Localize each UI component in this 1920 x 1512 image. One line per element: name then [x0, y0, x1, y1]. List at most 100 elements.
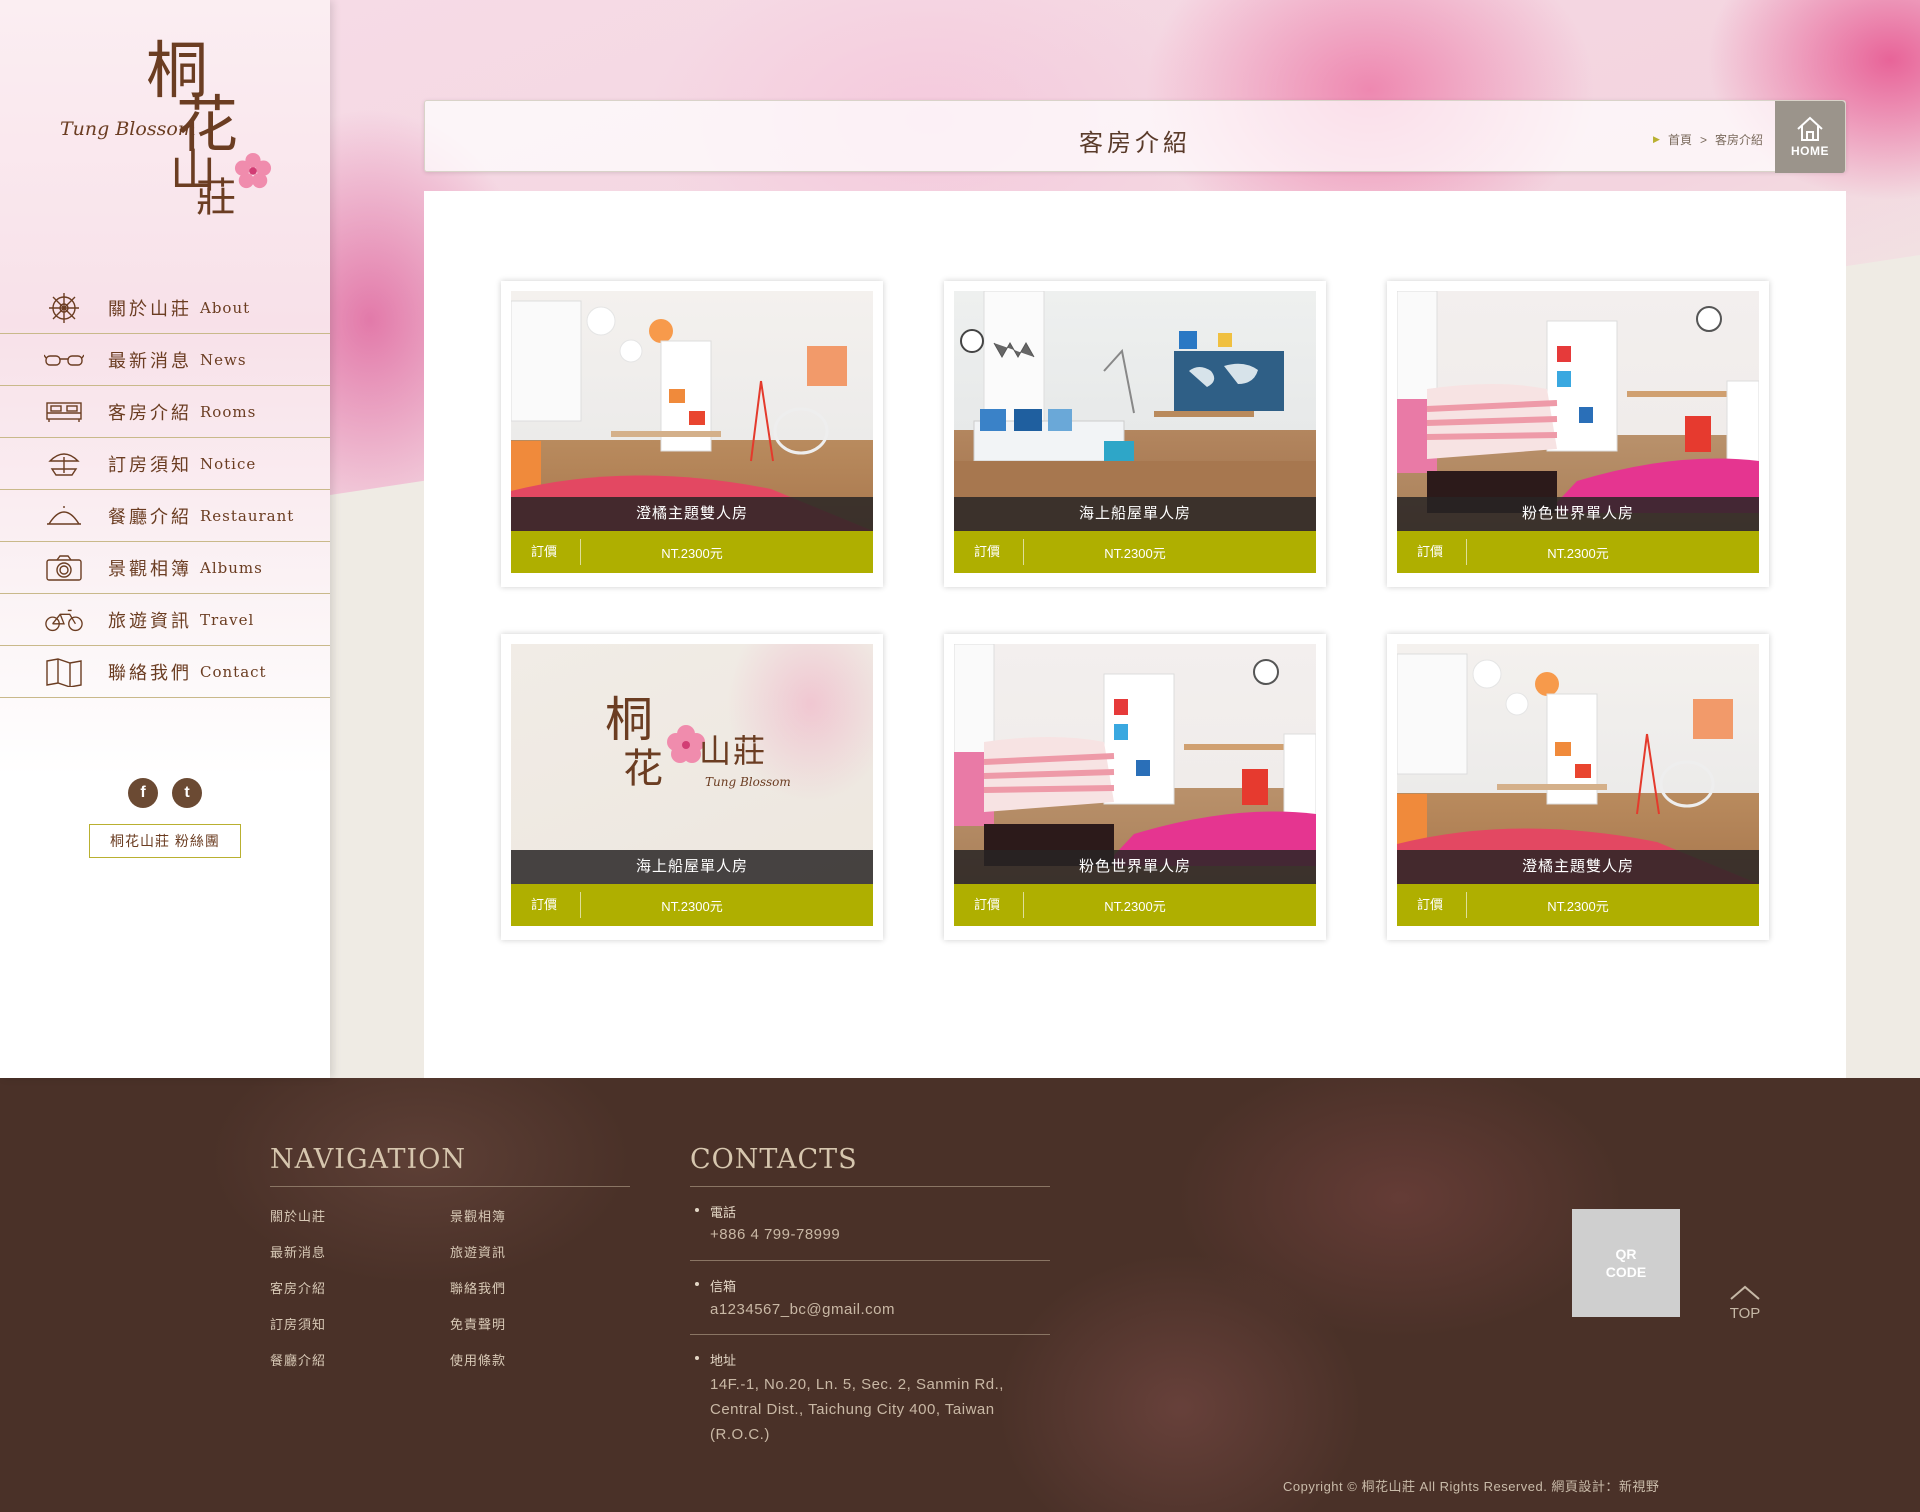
qr-label: CODE	[1605, 1264, 1647, 1280]
price-value: NT.2300元	[1104, 545, 1166, 561]
footer-link[interactable]: 旅遊資訊	[450, 1242, 506, 1261]
address-line: 14F.-1, No.20, Ln. 5, Sec. 2, Sanmin Rd.…	[710, 1376, 1004, 1393]
room-card[interactable]: 海上船屋單人房 訂價 NT.2300元	[944, 281, 1326, 587]
address-line: Central Dist., Taichung City 400, Taiwan	[710, 1401, 995, 1418]
footer-link[interactable]: 關於山莊	[270, 1206, 326, 1225]
placeholder-logo-english: Tung Blossom	[705, 775, 791, 789]
price-label: 訂價	[511, 892, 581, 918]
footer-contacts-heading: CONTACTS	[690, 1144, 858, 1175]
footer-link[interactable]: 使用條款	[450, 1350, 506, 1369]
room-card[interactable]: 澄橘主題雙人房 訂價 NT.2300元	[501, 281, 883, 587]
triangle-icon: ▶	[1653, 134, 1660, 144]
page-title: 客房介紹	[1079, 130, 1191, 157]
nav-item-news[interactable]: 最新消息 News	[0, 334, 330, 386]
footer-link[interactable]: 聯絡我們	[450, 1278, 506, 1297]
nav-item-rooms[interactable]: 客房介紹 Rooms	[0, 386, 330, 438]
footer-link[interactable]: 訂房須知	[270, 1314, 326, 1333]
home-button[interactable]: HOME	[1775, 101, 1845, 173]
nav-label-zh: 最新消息	[108, 350, 192, 371]
rooms-panel: 澄橘主題雙人房 訂價 NT.2300元 海上船屋單人房 訂價 NT.2300元 …	[424, 191, 1846, 1078]
nav-label-zh: 餐廳介紹	[108, 506, 192, 527]
footer-link[interactable]: 最新消息	[270, 1242, 326, 1261]
nav-label-zh: 旅遊資訊	[108, 610, 192, 631]
nav-item-about[interactable]: 關於山莊 About	[0, 282, 330, 334]
room-photo: 澄橘主題雙人房	[511, 291, 873, 531]
nav-label-en: Notice	[200, 454, 257, 473]
footer-link[interactable]: 餐廳介紹	[270, 1350, 326, 1369]
room-name: 粉色世界單人房	[954, 850, 1316, 884]
page-title-bar: 客房介紹 ▶ 首頁 > 客房介紹 HOME	[424, 100, 1846, 173]
divider	[690, 1186, 1050, 1187]
room-photo: 澄橘主題雙人房	[1397, 644, 1759, 884]
back-to-top-button[interactable]: TOP	[1725, 1285, 1765, 1322]
footer-link[interactable]: 景觀相簿	[450, 1206, 506, 1225]
room-photo: 粉色世界單人房	[954, 644, 1316, 884]
divider	[690, 1334, 1050, 1335]
room-price-bar: 訂價 NT.2300元	[511, 884, 873, 926]
room-price-bar: 訂價 NT.2300元	[1397, 531, 1759, 573]
address-label: 地址	[694, 1350, 736, 1369]
placeholder-logo-char: 莊	[733, 732, 765, 770]
nav-item-restaurant[interactable]: 餐廳介紹 Restaurant	[0, 490, 330, 542]
room-price-bar: 訂價 NT.2300元	[954, 884, 1316, 926]
phone-label: 電話	[694, 1202, 736, 1221]
nav-label-zh: 聯絡我們	[108, 662, 192, 683]
breadcrumb-current: 客房介紹	[1714, 133, 1763, 147]
email-label: 信箱	[694, 1276, 736, 1295]
room-illustration	[511, 300, 873, 531]
price-value: NT.2300元	[1104, 898, 1166, 914]
price-value: NT.2300元	[661, 898, 723, 914]
nav-label-en: About	[200, 298, 251, 317]
room-card[interactable]: 澄橘主題雙人房 訂價 NT.2300元	[1387, 634, 1769, 940]
phone-value[interactable]: +886 4 799-78999	[710, 1222, 840, 1247]
room-name: 海上船屋單人房	[954, 497, 1316, 531]
breadcrumb-home-link[interactable]: 首頁	[1668, 131, 1692, 148]
qr-code: QR CODE	[1572, 1209, 1680, 1317]
chevron-up-icon	[1730, 1285, 1760, 1300]
footer-nav-heading: NAVIGATION	[270, 1144, 466, 1175]
nav-item-contact[interactable]: 聯絡我們 Contact	[0, 646, 330, 698]
breadcrumb-separator: >	[1699, 132, 1707, 147]
room-photo: 粉色世界單人房	[1397, 291, 1759, 531]
price-label: 訂價	[1397, 539, 1467, 565]
ship-wheel-icon	[44, 292, 84, 324]
room-illustration	[954, 291, 1316, 531]
social-links: f t	[128, 778, 202, 808]
sidebar: 桐 花 山 莊 Tung Blossom 關於山莊 About 最新消息 New…	[0, 0, 330, 1078]
map-icon	[44, 656, 84, 688]
home-icon	[1797, 116, 1823, 141]
room-card[interactable]: 粉色世界單人房 訂價 NT.2300元	[1387, 281, 1769, 587]
nav-item-travel[interactable]: 旅遊資訊 Travel	[0, 594, 330, 646]
room-card[interactable]: 粉色世界單人房 訂價 NT.2300元	[944, 634, 1326, 940]
nav-label-zh: 客房介紹	[108, 402, 192, 423]
copyright: Copyright © 桐花山莊 All Rights Reserved. 網頁…	[1283, 1479, 1660, 1494]
footer-link[interactable]: 免責聲明	[450, 1314, 506, 1333]
twitter-icon[interactable]: t	[172, 778, 202, 808]
room-price-bar: 訂價 NT.2300元	[954, 531, 1316, 573]
price-label: 訂價	[954, 539, 1024, 565]
room-price-bar: 訂價 NT.2300元	[1397, 884, 1759, 926]
price-value: NT.2300元	[1547, 898, 1609, 914]
room-illustration	[1397, 653, 1759, 884]
email-value[interactable]: a1234567_bc@gmail.com	[710, 1297, 895, 1322]
placeholder-logo-char: 山	[699, 732, 731, 770]
facebook-icon[interactable]: f	[128, 778, 158, 808]
nav-label-zh: 關於山莊	[108, 298, 192, 319]
logo-placeholder-image: 桐 花 山 莊 Tung Blossom	[605, 692, 791, 792]
nav-item-albums[interactable]: 景觀相簿 Albums	[0, 542, 330, 594]
logo[interactable]: 桐 花 山 莊 Tung Blossom	[58, 32, 278, 242]
address-line: (R.O.C.)	[710, 1426, 770, 1443]
nav-item-notice[interactable]: 訂房須知 Notice	[0, 438, 330, 490]
room-name: 澄橘主題雙人房	[1397, 850, 1759, 884]
beach-umbrella-icon	[44, 448, 84, 480]
nav-label-en: Albums	[200, 558, 263, 577]
bicycle-icon	[44, 604, 84, 636]
room-price-bar: 訂價 NT.2300元	[511, 531, 873, 573]
room-illustration	[954, 644, 1316, 866]
room-card[interactable]: 桐 花 山 莊 Tung Blossom 海上船屋單人房 訂價 NT.2300元	[501, 634, 883, 940]
fan-page-button[interactable]: 桐花山莊 粉絲團	[89, 824, 241, 858]
price-label: 訂價	[511, 539, 581, 565]
price-label: 訂價	[1397, 892, 1467, 918]
footer-link[interactable]: 客房介紹	[270, 1278, 326, 1297]
room-name: 海上船屋單人房	[511, 850, 873, 884]
